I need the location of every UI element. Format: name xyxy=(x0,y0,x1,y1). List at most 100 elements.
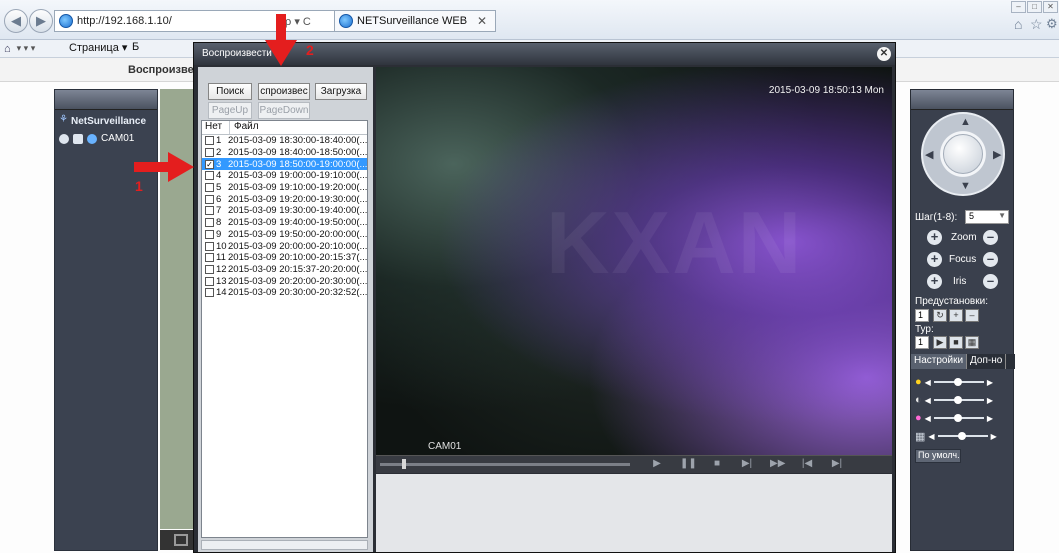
table-row[interactable]: 9 2015-03-09 19:50:00-20:00:00(... xyxy=(202,229,367,241)
iris-minus-icon[interactable]: – xyxy=(983,274,998,289)
camera-name[interactable]: CAM01 xyxy=(101,133,134,144)
row-checkbox[interactable] xyxy=(205,183,214,193)
slider-knob[interactable] xyxy=(953,396,962,404)
play-icon[interactable] xyxy=(73,134,83,144)
hue-slider[interactable]: ▦ ◀ ▶ xyxy=(915,429,1011,443)
fullscreen-icon[interactable] xyxy=(174,534,188,546)
step-forward-icon[interactable]: ▶| xyxy=(740,458,754,469)
stop-icon[interactable]: ■ xyxy=(710,458,724,469)
row-checkbox[interactable] xyxy=(205,218,214,228)
preset-goto-icon[interactable]: ↻ xyxy=(933,309,947,322)
close-window-icon[interactable]: ✕ xyxy=(1043,1,1058,13)
tour-play-icon[interactable]: ▶ xyxy=(933,336,947,349)
table-row[interactable]: 11 2015-03-09 20:10:00-20:15:37(... xyxy=(202,252,367,264)
preset-input[interactable]: 1 xyxy=(915,309,929,322)
ptz-center-button[interactable] xyxy=(943,134,983,174)
table-row[interactable]: 4 2015-03-09 19:00:00-19:10:00(... xyxy=(202,170,367,182)
command-bar-dropdowns[interactable]: ▾ ▾ ▾ xyxy=(17,43,36,54)
ptz-left-icon[interactable]: ◀ xyxy=(925,148,933,161)
seek-handle[interactable] xyxy=(402,459,406,469)
favorites-icon[interactable]: ☆ xyxy=(1030,16,1043,33)
saturation-slider[interactable]: ● ◀ ▶ xyxy=(915,411,1011,425)
fast-forward-icon[interactable]: ▶▶ xyxy=(770,458,785,469)
row-checkbox[interactable] xyxy=(205,194,214,204)
row-checkbox[interactable] xyxy=(205,241,214,251)
preset-add-icon[interactable]: + xyxy=(949,309,963,322)
decrease-icon[interactable]: ◀ xyxy=(925,414,931,423)
increase-icon[interactable]: ▶ xyxy=(987,414,993,423)
tab-settings[interactable]: Настройки xyxy=(911,354,968,369)
increase-icon[interactable]: ▶ xyxy=(991,432,997,441)
column-number[interactable]: Нет xyxy=(202,121,230,134)
close-icon[interactable]: ✕ xyxy=(877,47,891,61)
ptz-down-icon[interactable]: ▼ xyxy=(960,180,971,192)
table-row[interactable]: 7 2015-03-09 19:30:00-19:40:00(... xyxy=(202,205,367,217)
menu-b[interactable]: Б xyxy=(132,41,139,53)
address-controls[interactable]: ρ ▾ C xyxy=(285,15,311,28)
table-row[interactable]: 14 2015-03-09 20:30:00-20:32:52(... xyxy=(202,287,367,299)
ptz-right-icon[interactable]: ▶ xyxy=(993,148,1001,161)
row-checkbox[interactable] xyxy=(205,288,214,298)
preset-remove-icon[interactable]: – xyxy=(965,309,979,322)
forward-icon[interactable]: ▶ xyxy=(29,9,53,33)
page-up-button[interactable]: PageUp xyxy=(208,102,252,119)
table-row[interactable]: 10 2015-03-09 20:00:00-20:10:00(... xyxy=(202,240,367,252)
table-row[interactable]: 1 2015-03-09 18:30:00-18:40:00(... xyxy=(202,135,367,147)
slider-knob[interactable] xyxy=(957,432,966,440)
device-name[interactable]: NetSurveillance xyxy=(71,116,146,127)
tour-grid-icon[interactable]: ▦ xyxy=(965,336,979,349)
camera-status-icon[interactable] xyxy=(87,134,97,144)
table-row[interactable]: 13 2015-03-09 20:20:00-20:30:00(... xyxy=(202,275,367,287)
decrease-icon[interactable]: ◀ xyxy=(925,378,931,387)
iris-plus-icon[interactable]: + xyxy=(927,274,942,289)
gear-icon[interactable]: ⚙ xyxy=(1046,16,1058,32)
decrease-icon[interactable]: ◀ xyxy=(928,432,934,441)
brightness-slider[interactable]: ● ◀ ▶ xyxy=(915,375,1011,389)
download-button[interactable]: Загрузка xyxy=(315,83,367,100)
row-checkbox[interactable] xyxy=(205,148,214,158)
play-button[interactable]: спроизвес xyxy=(258,83,310,100)
row-checkbox[interactable] xyxy=(205,264,214,274)
maximize-icon[interactable]: □ xyxy=(1027,1,1042,13)
default-button[interactable]: По умолч. xyxy=(915,449,961,463)
ptz-up-icon[interactable]: ▲ xyxy=(960,116,971,128)
tour-stop-icon[interactable]: ■ xyxy=(949,336,963,349)
back-icon[interactable]: ◀ xyxy=(4,9,28,33)
column-file[interactable]: Файл xyxy=(230,121,367,134)
list-scrollbar[interactable] xyxy=(201,540,368,550)
zoom-out-icon[interactable]: – xyxy=(983,230,998,245)
row-checkbox[interactable] xyxy=(205,253,214,263)
home-small-icon[interactable]: ⌂ xyxy=(4,43,11,55)
page-down-button[interactable]: PageDown xyxy=(258,102,310,119)
previous-icon[interactable]: |◀ xyxy=(800,458,814,469)
minimize-icon[interactable]: – xyxy=(1011,1,1026,13)
table-row[interactable]: 5 2015-03-09 19:10:00-19:20:00(... xyxy=(202,182,367,194)
increase-icon[interactable]: ▶ xyxy=(987,378,993,387)
focus-minus-icon[interactable]: – xyxy=(983,252,998,267)
row-checkbox[interactable] xyxy=(205,136,214,146)
search-button[interactable]: Поиск xyxy=(208,83,252,100)
row-checkbox[interactable] xyxy=(205,171,214,181)
table-row[interactable]: 12 2015-03-09 20:15:37-20:20:00(... xyxy=(202,264,367,276)
row-checkbox[interactable] xyxy=(205,229,214,239)
row-checkbox[interactable]: ✓ xyxy=(205,159,214,169)
zoom-in-icon[interactable]: + xyxy=(927,230,942,245)
next-icon[interactable]: ▶| xyxy=(830,458,844,469)
slider-knob[interactable] xyxy=(953,378,962,386)
focus-plus-icon[interactable]: + xyxy=(927,252,942,267)
step-select[interactable]: 5 ▼ xyxy=(965,210,1009,224)
tab-close-icon[interactable]: ✕ xyxy=(477,14,487,28)
decrease-icon[interactable]: ◀ xyxy=(925,396,931,405)
table-row[interactable]: 6 2015-03-09 19:20:00-19:30:00(... xyxy=(202,193,367,205)
row-checkbox[interactable] xyxy=(205,276,214,286)
play-icon[interactable]: ▶ xyxy=(650,458,664,469)
video-view[interactable]: KXAN 2015-03-09 18:50:13 Mon CAM01 xyxy=(376,67,892,455)
chevron-down-icon[interactable]: ▼ xyxy=(998,211,1006,220)
row-checkbox[interactable] xyxy=(205,206,214,216)
table-row[interactable]: ✓ 3 2015-03-09 18:50:00-19:00:00(... xyxy=(202,158,367,171)
tab-extra[interactable]: Доп-но xyxy=(967,354,1007,369)
seek-bar[interactable] xyxy=(380,463,630,466)
table-row[interactable]: 8 2015-03-09 19:40:00-19:50:00(... xyxy=(202,217,367,229)
table-row[interactable]: 2 2015-03-09 18:40:00-18:50:00(... xyxy=(202,147,367,159)
browser-tab[interactable]: NETSurveillance WEB ✕ xyxy=(334,10,496,32)
